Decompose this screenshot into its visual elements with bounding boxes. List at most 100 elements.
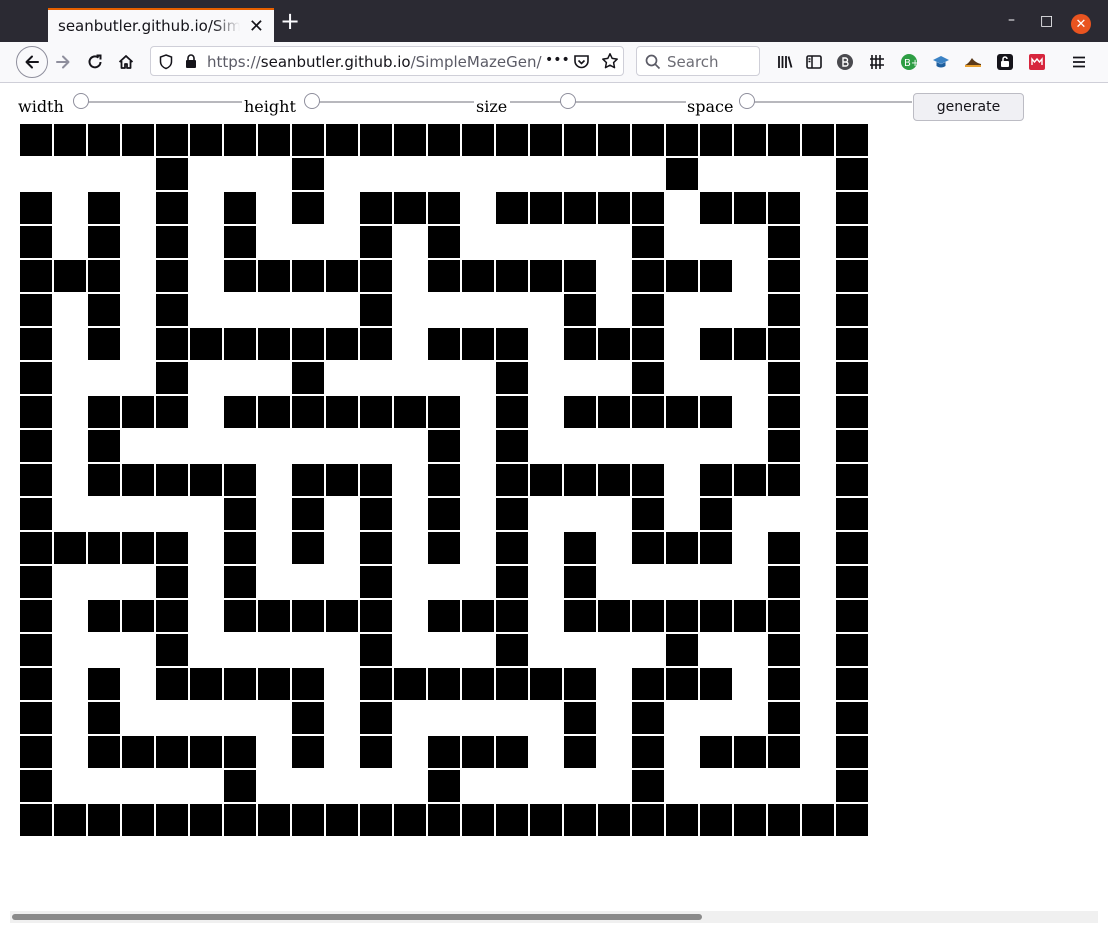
maze-wall-cell: [326, 804, 358, 836]
maze-wall-cell: [190, 736, 222, 768]
url-scheme: https://: [207, 53, 261, 71]
extension-green-button[interactable]: B+: [896, 49, 922, 75]
sidebar-button[interactable]: [801, 49, 827, 75]
maze-wall-cell: [122, 736, 154, 768]
page-actions-icon[interactable]: •••: [545, 52, 570, 68]
sidebar-icon: [806, 55, 822, 69]
maze-wall-cell: [292, 736, 324, 768]
library-button[interactable]: [772, 49, 798, 75]
library-icon: [778, 56, 793, 68]
maze-wall-cell: [292, 804, 324, 836]
maze-wall-cell: [428, 328, 460, 360]
space-slider-thumb[interactable]: [739, 93, 755, 109]
pocket-icon[interactable]: [573, 53, 590, 70]
maze-wall-cell: [768, 396, 800, 428]
menu-button[interactable]: [1066, 49, 1092, 75]
active-tab[interactable]: seanbutler.github.io/SimpleMazeGen/ ✕: [48, 8, 274, 42]
maze-wall-cell: [598, 396, 630, 428]
extension-cap-button[interactable]: [928, 49, 954, 75]
maze-wall-cell: [292, 702, 324, 734]
size-slider-track[interactable]: [510, 101, 686, 103]
maze-wall-cell: [836, 158, 868, 190]
maze-wall-cell: [462, 260, 494, 292]
maze-wall-cell: [836, 736, 868, 768]
maze-wall-cell: [768, 736, 800, 768]
maze-wall-cell: [496, 600, 528, 632]
maze-wall-cell: [462, 736, 494, 768]
maze-wall-cell: [292, 668, 324, 700]
url-host: seanbutler.github.io: [260, 53, 411, 71]
maze-wall-cell: [700, 498, 732, 530]
maze-wall-cell: [428, 804, 460, 836]
maze-wall-cell: [836, 430, 868, 462]
scrollbar-thumb[interactable]: [12, 914, 702, 920]
maze-wall-cell: [530, 192, 562, 224]
maze-wall-cell: [122, 396, 154, 428]
width-slider-thumb[interactable]: [73, 93, 89, 109]
search-icon: [645, 54, 661, 70]
maze-wall-cell: [836, 396, 868, 428]
maze-wall-cell: [836, 328, 868, 360]
maze-wall-cell: [768, 634, 800, 666]
maze-wall-cell: [768, 566, 800, 598]
extension-b-button[interactable]: [832, 49, 858, 75]
back-button[interactable]: [16, 46, 48, 78]
space-slider-track[interactable]: [740, 101, 912, 103]
maze-wall-cell: [530, 464, 562, 496]
bookmark-star-icon[interactable]: [601, 52, 619, 70]
maze-wall-cell: [598, 464, 630, 496]
minimize-button[interactable]: –: [1008, 12, 1015, 28]
maze-wall-cell: [462, 328, 494, 360]
maze-wall-cell: [768, 294, 800, 326]
forward-button[interactable]: [50, 49, 76, 75]
maze-wall-cell: [836, 804, 868, 836]
home-button[interactable]: [113, 49, 139, 75]
maximize-button[interactable]: □: [1040, 13, 1053, 29]
maze-wall-cell: [768, 464, 800, 496]
maze-wall-cell: [564, 600, 596, 632]
maze-wall-cell: [292, 532, 324, 564]
width-slider-track[interactable]: [74, 101, 242, 103]
close-window-button[interactable]: ✕: [1071, 14, 1091, 34]
maze-wall-cell: [20, 362, 52, 394]
height-slider-thumb[interactable]: [304, 93, 320, 109]
maze-wall-cell: [632, 260, 664, 292]
maze-wall-cell: [326, 464, 358, 496]
maze-wall-cell: [156, 396, 188, 428]
extension-red-button[interactable]: [1024, 49, 1050, 75]
size-slider-thumb[interactable]: [560, 93, 576, 109]
maze-wall-cell: [326, 396, 358, 428]
maze-wall-cell: [564, 702, 596, 734]
reload-button[interactable]: [82, 49, 108, 75]
maze-wall-cell: [598, 600, 630, 632]
maze-wall-cell: [700, 396, 732, 428]
maze-wall-cell: [666, 124, 698, 156]
generate-button[interactable]: generate: [913, 93, 1024, 121]
height-slider-track[interactable]: [306, 101, 474, 103]
extension-grid-button[interactable]: [864, 49, 890, 75]
maze-wall-cell: [700, 464, 732, 496]
maze-wall-cell: [666, 260, 698, 292]
maze-wall-cell: [190, 124, 222, 156]
maze-wall-cell: [224, 600, 256, 632]
maze-wall-cell: [156, 192, 188, 224]
extension-shoe-button[interactable]: [960, 49, 986, 75]
tab-strip-start: [0, 0, 48, 42]
maze-wall-cell: [88, 328, 120, 360]
maze-wall-cell: [88, 736, 120, 768]
extension-lock-button[interactable]: [992, 49, 1018, 75]
extension-b-icon: [837, 54, 853, 70]
maze-wall-cell: [20, 294, 52, 326]
maze-wall-cell: [768, 192, 800, 224]
search-input[interactable]: Search: [636, 46, 760, 76]
maze-wall-cell: [632, 702, 664, 734]
maze-wall-cell: [122, 804, 154, 836]
url-bar[interactable]: https://seanbutler.github.io/SimpleMazeG…: [150, 46, 624, 76]
extension-green-icon: B+: [901, 54, 918, 70]
tab-close-icon[interactable]: ✕: [249, 16, 264, 37]
maze-wall-cell: [258, 668, 290, 700]
new-tab-button[interactable]: +: [280, 9, 300, 33]
maze-wall-cell: [632, 736, 664, 768]
maze-wall-cell: [20, 600, 52, 632]
maze-wall-cell: [496, 668, 528, 700]
